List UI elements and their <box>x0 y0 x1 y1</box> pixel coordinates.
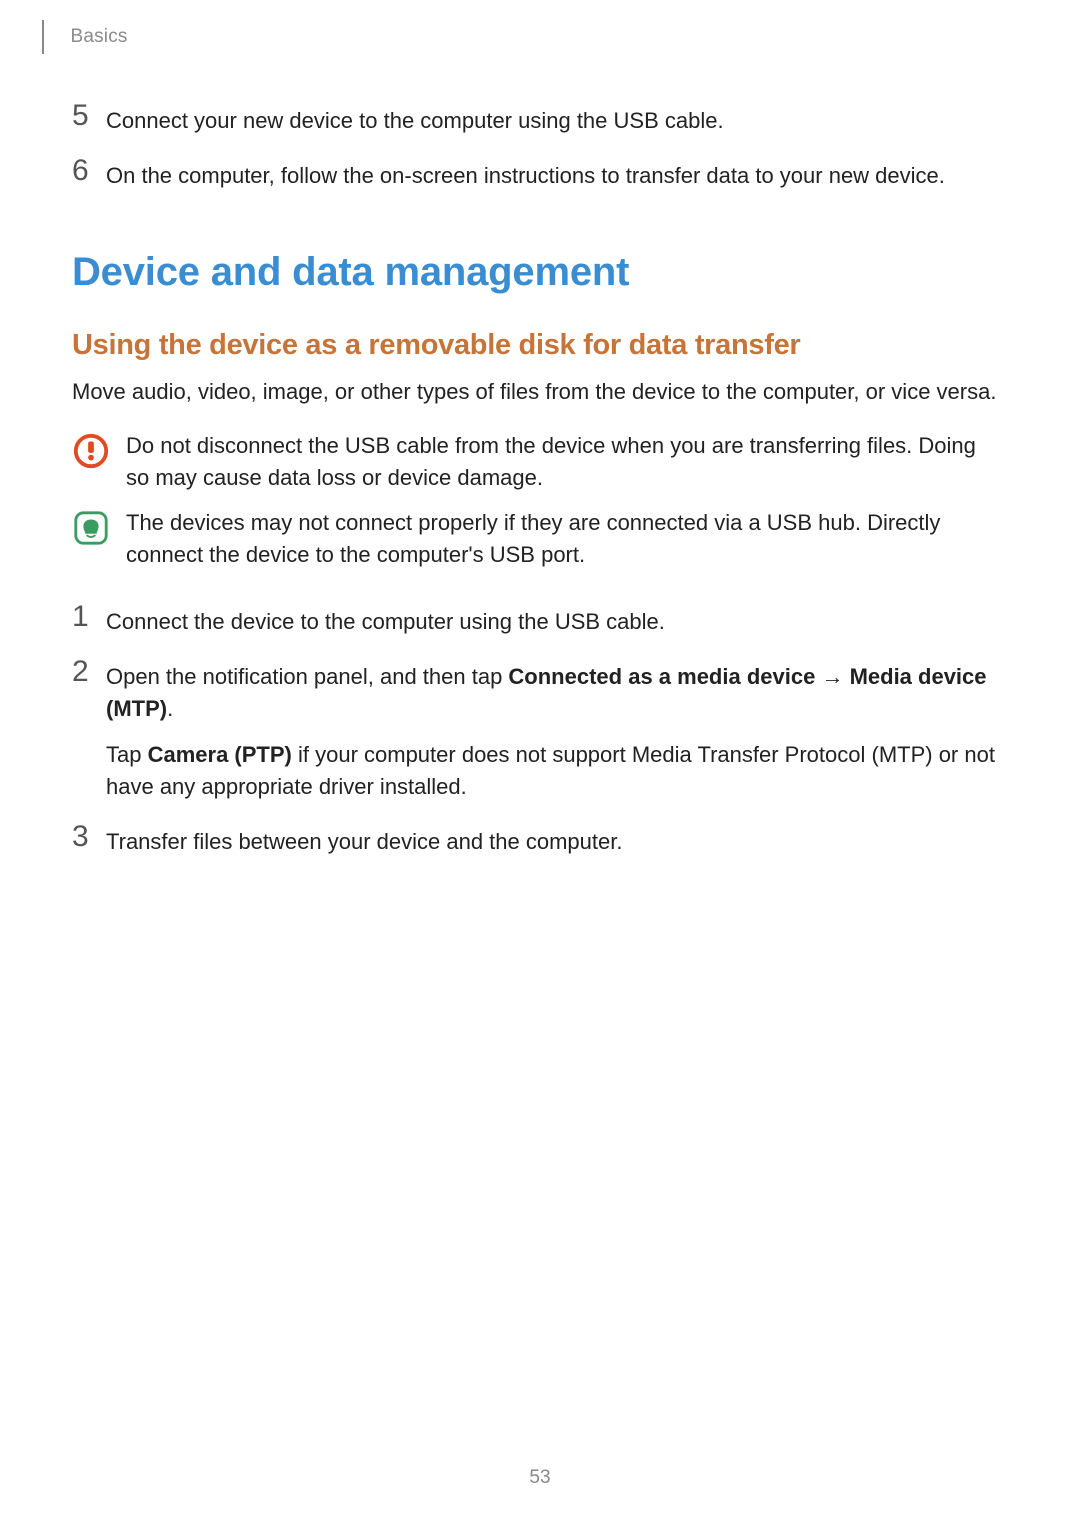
step-2-pre: Open the notification panel, and then ta… <box>106 664 508 689</box>
subsection-heading: Using the device as a removable disk for… <box>72 329 1002 362</box>
page-number: 53 <box>0 1467 1080 1489</box>
header-section-label: Basics <box>70 26 127 47</box>
step-number: 1 <box>72 601 106 633</box>
note-callout: The devices may not connect properly if … <box>72 507 1002 571</box>
step-text: Open the notification panel, and then ta… <box>106 656 1002 803</box>
step-1: 1 Connect the device to the computer usi… <box>72 601 1002 638</box>
step-2-bold-1: Connected as a media device <box>508 664 815 689</box>
step-2-arrow: → <box>815 664 849 689</box>
step-number: 3 <box>72 821 106 853</box>
step-text: Connect your new device to the computer … <box>106 100 1002 137</box>
step-3: 3 Transfer files between your device and… <box>72 821 1002 858</box>
warning-text: Do not disconnect the USB cable from the… <box>126 430 1002 494</box>
step-number: 6 <box>72 155 106 187</box>
step-2-sub-pre: Tap <box>106 742 148 767</box>
step-number: 5 <box>72 100 106 132</box>
step-2-post: . <box>167 696 173 721</box>
step-text: On the computer, follow the on-screen in… <box>106 155 1002 192</box>
intro-paragraph: Move audio, video, image, or other types… <box>72 376 1002 408</box>
step-text: Connect the device to the computer using… <box>106 601 1002 638</box>
step-2-sub-bold: Camera (PTP) <box>148 742 292 767</box>
step-6: 6 On the computer, follow the on-screen … <box>72 155 1002 192</box>
page-header: Basics <box>42 20 128 54</box>
section-heading: Device and data management <box>72 250 1002 295</box>
step-text: Transfer files between your device and t… <box>106 821 1002 858</box>
step-2-sub: Tap Camera (PTP) if your computer does n… <box>106 739 1002 803</box>
step-5: 5 Connect your new device to the compute… <box>72 100 1002 137</box>
warning-callout: Do not disconnect the USB cable from the… <box>72 430 1002 494</box>
note-icon <box>72 509 110 547</box>
warning-icon <box>72 432 110 470</box>
step-number: 2 <box>72 656 106 688</box>
page-content: 5 Connect your new device to the compute… <box>72 100 1002 876</box>
note-text: The devices may not connect properly if … <box>126 507 1002 571</box>
step-2: 2 Open the notification panel, and then … <box>72 656 1002 803</box>
header-rule <box>42 20 44 54</box>
